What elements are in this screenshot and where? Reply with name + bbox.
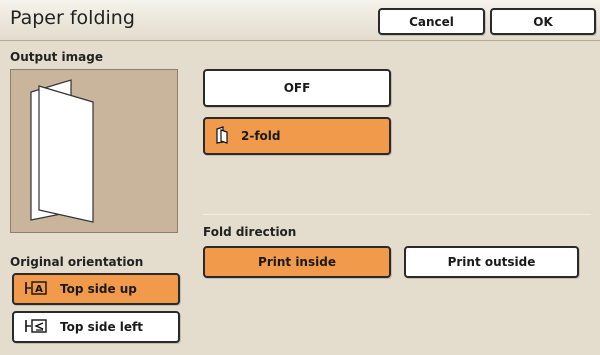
- two-fold-paper-icon: [215, 125, 229, 147]
- original-orientation-label: Original orientation: [10, 255, 144, 269]
- print-inside-label: Print inside: [258, 255, 336, 269]
- cancel-button-label: Cancel: [409, 14, 454, 29]
- svg-text:A: A: [35, 284, 43, 295]
- output-image-label: Output image: [10, 50, 103, 64]
- top-side-up-label: Top side up: [60, 282, 137, 296]
- fold-off-label: OFF: [283, 81, 311, 95]
- two-fold-label: 2-fold: [241, 129, 281, 143]
- top-side-left-label: Top side left: [60, 320, 143, 334]
- print-inside-button[interactable]: Print inside: [203, 246, 391, 278]
- cancel-button[interactable]: Cancel: [378, 8, 485, 35]
- print-outside-label: Print outside: [447, 255, 536, 269]
- top-side-up-button[interactable]: A Top side up: [12, 273, 180, 305]
- window-title: Paper folding: [10, 7, 135, 29]
- top-side-left-button[interactable]: Top side left: [12, 311, 180, 343]
- ok-button[interactable]: OK: [490, 8, 596, 35]
- top-side-up-icon: A: [24, 280, 48, 299]
- folded-paper-preview-icon: [30, 79, 94, 223]
- two-fold-button[interactable]: 2-fold: [203, 117, 391, 155]
- top-side-left-icon: [24, 318, 48, 337]
- output-preview: [10, 69, 178, 233]
- fold-off-button[interactable]: OFF: [203, 69, 391, 107]
- ok-button-label: OK: [533, 14, 553, 29]
- print-outside-button[interactable]: Print outside: [404, 246, 579, 278]
- fold-direction-label: Fold direction: [203, 225, 297, 239]
- section-divider: [203, 214, 591, 215]
